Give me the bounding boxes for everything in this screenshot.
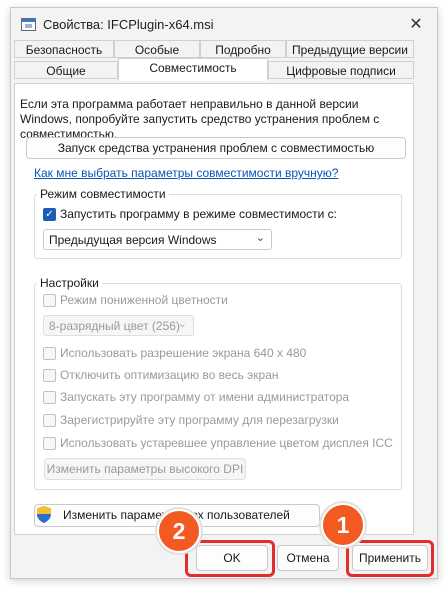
reduced-color-checkbox[interactable] — [43, 294, 56, 307]
windows-version-value: Предыдущая версия Windows — [49, 233, 217, 247]
tab-previous-versions[interactable]: Предыдущие версии — [286, 40, 414, 58]
tab-special[interactable]: Особые — [114, 40, 200, 58]
checkmark-icon: ✓ — [45, 209, 54, 220]
title-bar: Свойства: IFCPlugin-x64.msi ✕ — [11, 8, 437, 42]
intro-text: Если эта программа работает неправильно … — [20, 97, 380, 141]
windows-version-select[interactable]: Предыдущая версия Windows ⌄ — [43, 229, 272, 250]
tab-digital-signatures[interactable]: Цифровые подписи — [268, 61, 414, 79]
tab-security[interactable]: Безопасность — [14, 40, 114, 58]
tab-details[interactable]: Подробно — [200, 40, 286, 58]
app-window-icon — [21, 18, 36, 31]
tab-strip: Безопасность Особые Подробно Предыдущие … — [14, 40, 414, 84]
run-as-admin-checkbox[interactable] — [43, 391, 56, 404]
register-restart-label: Зарегистрируйте эту программу для переза… — [60, 413, 339, 427]
res-640-checkbox[interactable] — [43, 347, 56, 360]
cancel-button[interactable]: Отмена — [277, 545, 339, 571]
change-high-dpi-button[interactable]: Изменить параметры высокого DPI — [44, 458, 246, 480]
ok-highlight-frame — [185, 540, 275, 577]
manual-settings-link[interactable]: Как мне выбрать параметры совместимости … — [34, 166, 338, 180]
legacy-icc-checkbox[interactable] — [43, 437, 56, 450]
window-title: Свойства: IFCPlugin-x64.msi — [43, 17, 214, 32]
settings-legend: Настройки — [40, 276, 99, 290]
color-depth-select[interactable]: 8-разрядный цвет (256) ⌄ — [43, 315, 194, 336]
step-badge-2: 2 — [157, 509, 201, 553]
res-640-label: Использовать разрешение экрана 640 x 480 — [60, 346, 307, 360]
compat-mode-checkbox[interactable]: ✓ — [43, 208, 56, 221]
chevron-down-icon: ⌄ — [177, 318, 187, 330]
compat-mode-label: Запустить программу в режиме совместимос… — [60, 207, 337, 221]
run-troubleshooter-button[interactable]: Запуск средства устранения проблем с сов… — [26, 137, 406, 159]
color-depth-value: 8-разрядный цвет (256) — [49, 319, 180, 333]
step-badge-1: 1 — [321, 503, 365, 547]
close-icon[interactable]: ✕ — [405, 14, 427, 36]
disable-fullscreen-checkbox[interactable] — [43, 369, 56, 382]
legacy-icc-label: Использовать устаревшее управление цвето… — [60, 436, 393, 450]
uac-shield-icon — [37, 506, 51, 523]
reduced-color-label: Режим пониженной цветности — [60, 293, 228, 307]
apply-highlight-frame — [346, 540, 434, 577]
disable-fullscreen-label: Отключить оптимизацию во весь экран — [60, 368, 279, 382]
chevron-down-icon: ⌄ — [255, 232, 265, 244]
tab-general[interactable]: Общие — [14, 61, 118, 79]
tab-compatibility[interactable]: Совместимость — [118, 58, 268, 81]
register-restart-checkbox[interactable] — [43, 414, 56, 427]
compat-mode-legend: Режим совместимости — [40, 187, 166, 201]
run-as-admin-label: Запускать эту программу от имени админис… — [60, 390, 350, 404]
